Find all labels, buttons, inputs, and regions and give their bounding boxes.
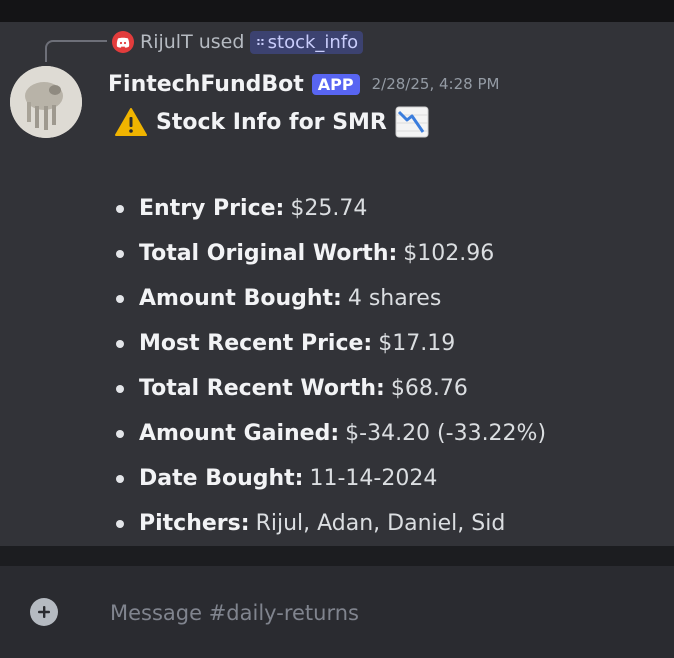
slash-command-chip[interactable]: ⠶ stock_info: [250, 30, 364, 54]
warning-icon-svg: [115, 108, 147, 136]
field-value: 4 shares: [347, 286, 442, 311]
field-label: Amount Gained:: [139, 421, 340, 446]
field-value: $-34.20 (-33.22%): [345, 421, 547, 446]
avatar[interactable]: [10, 66, 82, 138]
field-label: Amount Bought:: [139, 286, 342, 311]
bullet-dot: [116, 384, 124, 393]
command-icon: ⠶: [255, 34, 265, 50]
app-badge: APP: [311, 73, 360, 95]
field-label: Total Recent Worth:: [139, 376, 385, 401]
slash-command-name: stock_info: [267, 31, 359, 53]
field-value: 11-14-2024: [309, 466, 438, 491]
discord-logo-icon: [116, 37, 130, 48]
field-label: Pitchers:: [139, 511, 250, 536]
discord-window: RijulT used ⠶ stock_info FintechFundBot …: [0, 0, 674, 658]
field-label: Date Bought:: [139, 466, 304, 491]
command-interaction[interactable]: RijulT used ⠶ stock_info: [112, 30, 364, 54]
title-text: Stock Info for SMR: [156, 109, 387, 135]
interaction-verb: used: [198, 31, 245, 53]
field-label: Most Recent Price:: [139, 331, 373, 356]
message-title: Stock Info for SMR: [114, 104, 429, 140]
list-item: Most Recent Price: $17.19: [112, 321, 546, 366]
chart-decreasing-icon-svg: [395, 106, 429, 138]
list-item: Amount Gained: $-34.20 (-33.22%): [112, 411, 546, 456]
top-bar: [0, 0, 674, 22]
bullet-dot: [116, 474, 124, 483]
bullet-dot: [116, 294, 124, 303]
bullet-dot: [116, 249, 124, 258]
reply-connector: [45, 40, 107, 62]
bullet-dot: [116, 429, 124, 438]
field-value: $102.96: [403, 241, 495, 266]
divider: [0, 546, 674, 566]
field-value: $68.76: [390, 376, 468, 401]
chart-decreasing-icon: [395, 106, 429, 138]
author-name[interactable]: FintechFundBot: [108, 72, 304, 97]
list-item: Pitchers: Rijul, Adan, Daniel, Sid: [112, 501, 546, 546]
field-label: Entry Price:: [139, 196, 285, 221]
message-header: FintechFundBot APP 2/28/25, 4:28 PM: [108, 66, 499, 102]
message-input[interactable]: [108, 597, 632, 629]
list-item: Total Recent Worth: $68.76: [112, 366, 546, 411]
field-label: Total Original Worth:: [139, 241, 398, 266]
field-value: Rijul, Adan, Daniel, Sid: [255, 511, 506, 536]
add-attachment-button[interactable]: [30, 598, 58, 626]
timestamp[interactable]: 2/28/25, 4:28 PM: [372, 75, 500, 93]
stock-info-list: Entry Price: $25.74 Total Original Worth:…: [112, 186, 546, 546]
field-value: $17.19: [378, 331, 456, 356]
plus-icon: [38, 606, 50, 618]
list-item: Amount Bought: 4 shares: [112, 276, 546, 321]
list-item: Entry Price: $25.74: [112, 186, 546, 231]
field-value: $25.74: [290, 196, 368, 221]
warning-icon: [114, 107, 148, 137]
bullet-dot: [116, 204, 124, 213]
avatar-image: [10, 66, 82, 138]
bullet-dot: [116, 339, 124, 348]
list-item: Total Original Worth: $102.96: [112, 231, 546, 276]
bullet-dot: [116, 519, 124, 528]
app-icon: [112, 31, 134, 53]
interaction-user[interactable]: RijulT: [140, 31, 193, 53]
list-item: Date Bought: 11-14-2024: [112, 456, 546, 501]
